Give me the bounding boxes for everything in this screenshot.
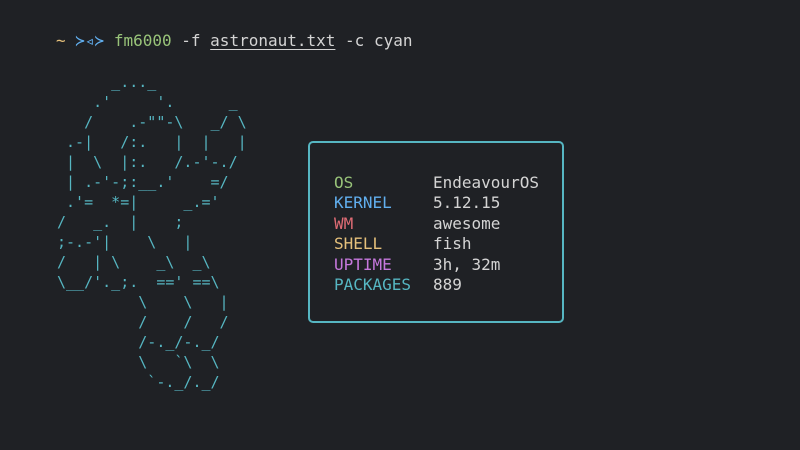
system-info-box: OS EndeavourOS KERNEL 5.12.15 WM awesome SHELL…	[308, 141, 564, 323]
info-row-os: OS EndeavourOS	[334, 173, 539, 193]
info-key: KERNEL	[334, 193, 392, 213]
command-color-argument: cyan	[373, 31, 413, 50]
info-row-uptime: UPTIME 3h, 32m	[334, 255, 539, 275]
info-value: EndeavourOS	[433, 173, 539, 192]
command-prompt-line: ~ ≻◃≻ fm6000 -f astronaut.txt -c cyan	[56, 30, 412, 52]
info-key: UPTIME	[334, 254, 392, 274]
info-key: OS	[334, 173, 354, 192]
info-value: fish	[433, 234, 472, 254]
info-row-shell: SHELL fish	[334, 234, 539, 254]
command-file-argument[interactable]: astronaut.txt	[210, 31, 335, 50]
info-value: 5.12.15	[433, 193, 501, 213]
command-name: fm6000	[113, 31, 172, 50]
astronaut-ascii-art: _..._ .' '. _ / .-""-\ _/ \ .-| /:. | | …	[57, 73, 247, 391]
info-key: PACKAGES	[334, 274, 412, 294]
prompt-symbol: ≻◃≻	[75, 31, 105, 50]
command-flag-file: -f	[181, 31, 201, 50]
info-key: WM	[334, 213, 354, 233]
prompt-cwd: ~	[56, 31, 66, 50]
info-value: 889	[433, 274, 462, 294]
info-row-packages: PACKAGES 889	[334, 275, 539, 295]
info-key: SHELL	[334, 234, 383, 254]
info-value: awesome	[433, 213, 501, 233]
info-row-wm: WM awesome	[334, 214, 539, 234]
command-flag-color: -c	[345, 31, 365, 50]
info-row-kernel: KERNEL 5.12.15	[334, 193, 539, 213]
system-info-list: OS EndeavourOS KERNEL 5.12.15 WM awesome SHELL…	[334, 173, 539, 295]
info-value: 3h, 32m	[433, 254, 501, 274]
